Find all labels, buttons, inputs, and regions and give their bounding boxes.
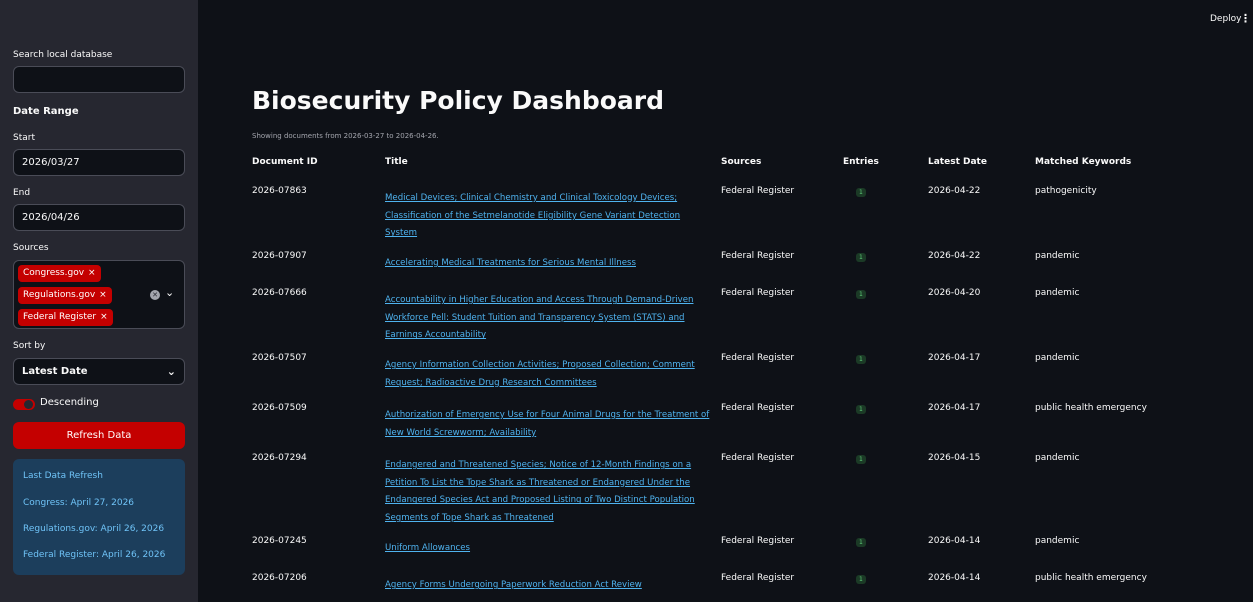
entries-badge: 1 bbox=[856, 188, 866, 197]
document-title-link[interactable]: Authorization of Emergency Use for Four … bbox=[385, 407, 710, 442]
document-id-cell: 2026-07245 bbox=[252, 536, 307, 546]
latest-date-cell: 2026-04-20 bbox=[928, 288, 981, 298]
source-tag-federal-register[interactable]: Federal Register × bbox=[18, 309, 113, 326]
latest-date-cell: 2026-04-22 bbox=[928, 251, 981, 261]
matched-keywords-cell: public health emergency bbox=[1035, 403, 1147, 413]
document-id-cell: 2026-07206 bbox=[252, 573, 307, 583]
sources-cell: Federal Register bbox=[721, 536, 795, 546]
tag-remove-icon[interactable]: × bbox=[88, 268, 96, 278]
deploy-button[interactable]: Deploy bbox=[1210, 14, 1242, 24]
matched-keywords-cell: pandemic bbox=[1035, 453, 1080, 463]
sources-cell: Federal Register bbox=[721, 403, 795, 413]
matched-keywords-cell: pathogenicity bbox=[1035, 186, 1097, 196]
end-date-input[interactable]: 2026/04/26 bbox=[13, 204, 185, 231]
toggle-knob bbox=[24, 400, 33, 409]
document-title-link[interactable]: Agency Forms Undergoing Paperwork Reduct… bbox=[385, 577, 710, 595]
sort-select[interactable]: Latest Date ⌄ bbox=[13, 358, 185, 385]
last-refresh-congress: Congress: April 27, 2026 bbox=[23, 498, 135, 508]
document-title-link[interactable]: Uniform Allowances bbox=[385, 540, 710, 558]
entries-badge: 1 bbox=[856, 538, 866, 547]
start-label: Start bbox=[13, 133, 35, 143]
entries-badge: 1 bbox=[856, 355, 866, 364]
entries-badge: 1 bbox=[856, 405, 866, 414]
descending-toggle[interactable] bbox=[13, 399, 35, 410]
end-label: End bbox=[13, 188, 31, 198]
last-refresh-info: Last Data Refresh Congress: April 27, 20… bbox=[13, 459, 185, 575]
document-title-link[interactable]: Medical Devices; Clinical Chemistry and … bbox=[385, 190, 710, 243]
latest-date-cell: 2026-04-14 bbox=[928, 573, 981, 583]
descending-label: Descending bbox=[40, 397, 99, 408]
source-tag-congress[interactable]: Congress.gov × bbox=[18, 265, 101, 282]
document-id-cell: 2026-07294 bbox=[252, 453, 307, 463]
source-tag-regulations[interactable]: Regulations.gov × bbox=[18, 287, 112, 304]
entries-badge: 1 bbox=[856, 575, 866, 584]
last-refresh-regulations: Regulations.gov: April 26, 2026 bbox=[23, 524, 165, 534]
latest-date-cell: 2026-04-15 bbox=[928, 453, 981, 463]
page-title: Biosecurity Policy Dashboard bbox=[252, 86, 665, 115]
column-header-entries[interactable]: Entries bbox=[843, 157, 879, 167]
sort-select-value: Latest Date bbox=[22, 366, 88, 377]
more-menu-icon[interactable]: ⋮ bbox=[1240, 12, 1251, 25]
document-id-cell: 2026-07507 bbox=[252, 353, 307, 363]
sources-cell: Federal Register bbox=[721, 453, 795, 463]
search-label: Search local database bbox=[13, 50, 113, 60]
refresh-data-button[interactable]: Refresh Data bbox=[13, 422, 185, 449]
latest-date-cell: 2026-04-17 bbox=[928, 353, 981, 363]
latest-date-cell: 2026-04-17 bbox=[928, 403, 981, 413]
matched-keywords-cell: pandemic bbox=[1035, 288, 1080, 298]
entries-badge: 1 bbox=[856, 253, 866, 262]
matched-keywords-cell: pandemic bbox=[1035, 536, 1080, 546]
document-id-cell: 2026-07863 bbox=[252, 186, 307, 196]
column-header-latest-date[interactable]: Latest Date bbox=[928, 157, 987, 167]
document-title-link[interactable]: Agency Information Collection Activities… bbox=[385, 357, 710, 392]
chevron-down-icon[interactable]: ⌄ bbox=[165, 286, 174, 299]
column-header-title[interactable]: Title bbox=[385, 157, 408, 167]
latest-date-cell: 2026-04-14 bbox=[928, 536, 981, 546]
date-range-caption: Showing documents from 2026-03-27 to 202… bbox=[252, 132, 439, 140]
column-header-sources[interactable]: Sources bbox=[721, 157, 761, 167]
document-id-cell: 2026-07666 bbox=[252, 288, 307, 298]
entries-badge: 1 bbox=[856, 290, 866, 299]
matched-keywords-cell: public health emergency bbox=[1035, 573, 1147, 583]
latest-date-cell: 2026-04-22 bbox=[928, 186, 981, 196]
search-input[interactable] bbox=[13, 66, 185, 93]
tag-remove-icon[interactable]: × bbox=[99, 290, 107, 300]
clear-all-icon[interactable]: ✕ bbox=[150, 290, 160, 300]
document-title-link[interactable]: Accelerating Medical Treatments for Seri… bbox=[385, 255, 710, 273]
sort-label: Sort by bbox=[13, 341, 46, 351]
sources-multiselect[interactable]: Congress.gov × Regulations.gov × Federal R… bbox=[13, 260, 185, 329]
chevron-down-icon: ⌄ bbox=[166, 365, 176, 378]
document-id-cell: 2026-07907 bbox=[252, 251, 307, 261]
matched-keywords-cell: pandemic bbox=[1035, 251, 1080, 261]
entries-badge: 1 bbox=[856, 455, 866, 464]
last-refresh-federal-register: Federal Register: April 26, 2026 bbox=[23, 550, 166, 560]
tag-remove-icon[interactable]: × bbox=[100, 312, 108, 322]
document-title-link[interactable]: Endangered and Threatened Species; Notic… bbox=[385, 457, 710, 528]
last-refresh-title: Last Data Refresh bbox=[23, 471, 103, 481]
column-header-matched-keywords[interactable]: Matched Keywords bbox=[1035, 157, 1131, 167]
sources-label: Sources bbox=[13, 243, 49, 253]
sources-cell: Federal Register bbox=[721, 353, 795, 363]
sidebar: Search local database Date Range Start 2… bbox=[0, 0, 198, 602]
sources-cell: Federal Register bbox=[721, 251, 795, 261]
sources-cell: Federal Register bbox=[721, 186, 795, 196]
start-date-input[interactable]: 2026/03/27 bbox=[13, 149, 185, 176]
sources-cell: Federal Register bbox=[721, 288, 795, 298]
column-header-document-id[interactable]: Document ID bbox=[252, 157, 318, 167]
sources-cell: Federal Register bbox=[721, 573, 795, 583]
matched-keywords-cell: pandemic bbox=[1035, 353, 1080, 363]
date-range-heading: Date Range bbox=[13, 106, 79, 117]
document-title-link[interactable]: Accountability in Higher Education and A… bbox=[385, 292, 710, 345]
document-id-cell: 2026-07509 bbox=[252, 403, 307, 413]
